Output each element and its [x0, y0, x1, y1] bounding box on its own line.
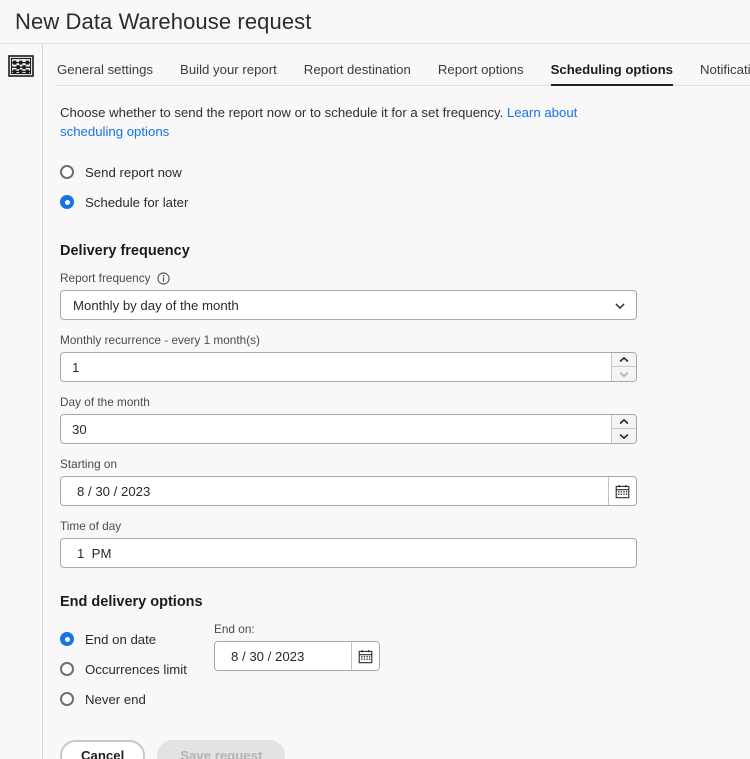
monthly-recurrence-label: Monthly recurrence - every 1 month(s) — [60, 333, 750, 347]
time-of-day-label: Time of day — [60, 519, 750, 533]
day-of-the-month-stepper[interactable] — [60, 414, 637, 444]
calendar-icon — [615, 484, 630, 499]
page-title: New Data Warehouse request — [15, 11, 312, 33]
radio-button-unselected-icon — [60, 692, 74, 706]
tab-general-settings[interactable]: General settings — [57, 62, 153, 86]
radio-never-end-label: Never end — [85, 692, 146, 707]
end-delivery-options-heading: End delivery options — [60, 594, 750, 610]
intro-text: Choose whether to send the report now or… — [60, 103, 640, 141]
cancel-button[interactable]: Cancel — [60, 740, 145, 759]
radio-schedule-for-later-label: Schedule for later — [85, 195, 188, 210]
day-of-the-month-increment-button[interactable] — [612, 415, 636, 429]
end-delivery-radio-list: End on date Occurrences limit Never end — [60, 622, 214, 714]
end-on-date-column: End on: — [214, 622, 380, 671]
monthly-recurrence-input[interactable] — [61, 353, 611, 381]
tab-report-destination[interactable]: Report destination — [304, 62, 411, 86]
end-on-date-field[interactable] — [214, 641, 380, 671]
monthly-recurrence-decrement-button[interactable] — [612, 367, 636, 381]
time-of-day-box[interactable] — [60, 538, 637, 568]
starting-on-calendar-button[interactable] — [608, 477, 636, 505]
day-of-the-month-input[interactable] — [61, 415, 611, 443]
radio-button-unselected-icon — [60, 165, 74, 179]
tab-scheduling-options[interactable]: Scheduling options — [551, 62, 673, 86]
tab-notification-email[interactable]: Notification email — [700, 62, 750, 86]
monthly-recurrence-increment-button[interactable] — [612, 353, 636, 367]
radio-occurrences-limit-label: Occurrences limit — [85, 662, 187, 677]
end-delivery-options-group: End on date Occurrences limit Never end … — [60, 622, 750, 714]
delivery-frequency-heading: Delivery frequency — [60, 243, 750, 259]
time-of-day-field: Time of day — [60, 519, 750, 568]
day-of-the-month-field: Day of the month — [60, 395, 750, 444]
main-panel: General settings Build your report Repor… — [43, 44, 750, 759]
radio-button-selected-icon — [60, 632, 74, 646]
report-frequency-label-row: Report frequency — [60, 271, 750, 285]
info-circle-icon[interactable] — [157, 272, 170, 285]
end-on-label: End on: — [214, 622, 380, 636]
form-actions: Cancel Save request — [60, 740, 750, 759]
chevron-down-icon — [614, 299, 626, 311]
radio-end-on-date[interactable]: End on date — [60, 624, 214, 654]
left-rail — [0, 44, 43, 759]
day-of-the-month-decrement-button[interactable] — [612, 429, 636, 443]
monthly-recurrence-stepper[interactable] — [60, 352, 637, 382]
report-frequency-field: Report frequency Monthly by day of the m… — [60, 271, 750, 320]
starting-on-date-field[interactable] — [60, 476, 637, 506]
radio-button-selected-icon — [60, 195, 74, 209]
body-wrapper: General settings Build your report Repor… — [0, 43, 750, 759]
monthly-recurrence-field: Monthly recurrence - every 1 month(s) — [60, 333, 750, 382]
end-on-calendar-button[interactable] — [351, 642, 379, 670]
page-header: New Data Warehouse request — [0, 0, 750, 43]
abacus-icon[interactable] — [8, 55, 34, 77]
radio-send-report-now-label: Send report now — [85, 165, 182, 180]
radio-occurrences-limit[interactable]: Occurrences limit — [60, 654, 214, 684]
time-of-day-input[interactable] — [61, 545, 636, 562]
end-on-date-input[interactable] — [215, 642, 351, 670]
radio-button-unselected-icon — [60, 662, 74, 676]
radio-end-on-date-label: End on date — [85, 632, 156, 647]
scheduling-options-panel: Choose whether to send the report now or… — [43, 86, 750, 759]
day-of-the-month-label: Day of the month — [60, 395, 750, 409]
radio-schedule-for-later[interactable]: Schedule for later — [60, 187, 750, 217]
radio-send-report-now[interactable]: Send report now — [60, 157, 750, 187]
radio-never-end[interactable]: Never end — [60, 684, 214, 714]
tab-build-your-report[interactable]: Build your report — [180, 62, 277, 86]
tab-bar: General settings Build your report Repor… — [43, 44, 750, 86]
starting-on-date-input[interactable] — [61, 477, 608, 505]
tab-report-options[interactable]: Report options — [438, 62, 524, 86]
intro-sentence: Choose whether to send the report now or… — [60, 105, 507, 120]
starting-on-field: Starting on — [60, 457, 750, 506]
monthly-recurrence-stepper-buttons — [611, 353, 636, 381]
save-request-button[interactable]: Save request — [157, 740, 285, 759]
calendar-icon — [358, 649, 373, 664]
report-frequency-value: Monthly by day of the month — [73, 298, 614, 313]
day-of-the-month-stepper-buttons — [611, 415, 636, 443]
report-frequency-label: Report frequency — [60, 271, 151, 285]
app-window: New Data Warehouse request — [0, 0, 750, 759]
starting-on-label: Starting on — [60, 457, 750, 471]
report-frequency-select[interactable]: Monthly by day of the month — [60, 290, 637, 320]
